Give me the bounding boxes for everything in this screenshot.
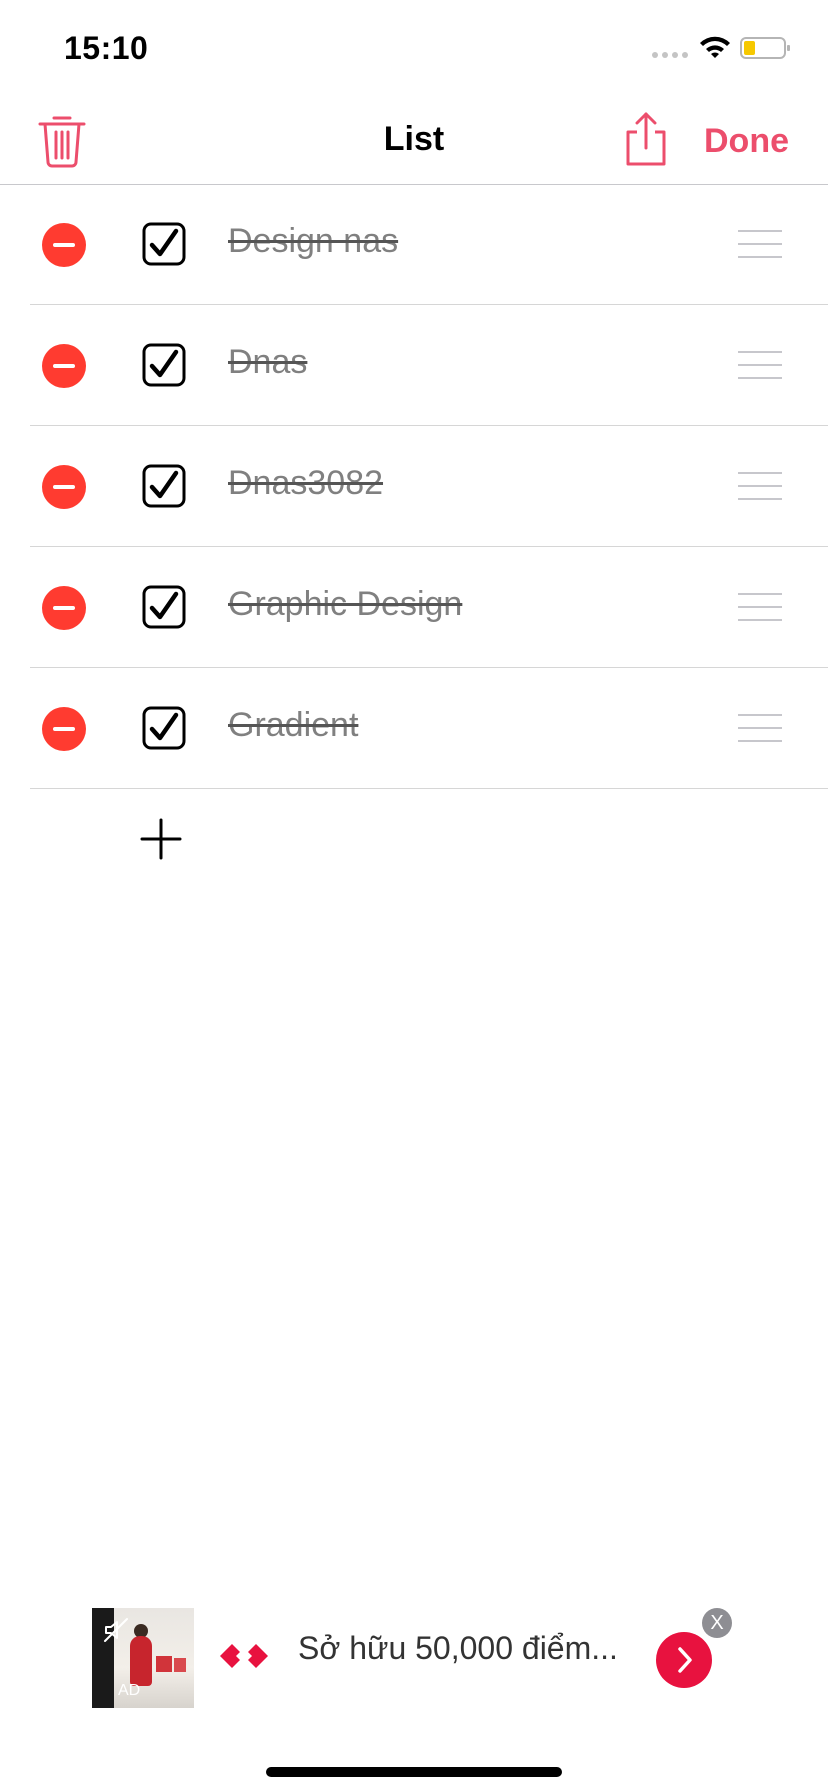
add-item-plus-icon[interactable]: [140, 818, 182, 860]
ad-open-button[interactable]: [656, 1632, 712, 1688]
reorder-handle-icon[interactable]: [738, 714, 782, 742]
checkbox-checked-icon[interactable]: [142, 222, 186, 266]
ad-thumbnail-image[interactable]: AD: [92, 1608, 194, 1708]
status-bar: 15:10: [0, 0, 828, 96]
home-indicator[interactable]: [266, 1767, 562, 1777]
status-time: 15:10: [64, 30, 149, 66]
list-item: Design nas: [30, 184, 828, 305]
list-item: Dnas3082: [30, 426, 828, 547]
delete-minus-icon[interactable]: [42, 707, 86, 751]
list-item: Dnas: [30, 305, 828, 426]
delete-minus-icon[interactable]: [42, 223, 86, 267]
muted-speaker-icon[interactable]: [102, 1616, 130, 1644]
chevron-right-icon: [678, 1647, 692, 1673]
checkbox-checked-icon[interactable]: [142, 585, 186, 629]
battery-icon: [740, 37, 790, 59]
cellular-signal-icon: [652, 52, 688, 58]
list-item: Graphic Design: [30, 547, 828, 668]
reorder-handle-icon[interactable]: [738, 351, 782, 379]
item-label[interactable]: Graphic Design: [228, 585, 462, 624]
item-label[interactable]: Design nas: [228, 222, 398, 261]
ad-badge: AD: [118, 1682, 141, 1699]
checkbox-checked-icon[interactable]: [142, 464, 186, 508]
delete-minus-icon[interactable]: [42, 586, 86, 630]
delete-minus-icon[interactable]: [42, 465, 86, 509]
ad-close-button[interactable]: X: [702, 1608, 732, 1638]
reorder-handle-icon[interactable]: [738, 230, 782, 258]
item-label[interactable]: Dnas3082: [228, 464, 383, 503]
navigation-bar: List Done: [0, 96, 828, 185]
checkbox-checked-icon[interactable]: [142, 343, 186, 387]
ad-headline[interactable]: Sở hữu 50,000 điểm...: [298, 1630, 618, 1667]
ad-banner[interactable]: AD Sở hữu 50,000 điểm... X: [92, 1608, 742, 1708]
checkbox-checked-icon[interactable]: [142, 706, 186, 750]
done-button[interactable]: Done: [704, 122, 789, 161]
item-label[interactable]: Dnas: [228, 343, 307, 382]
reorder-handle-icon[interactable]: [738, 593, 782, 621]
wifi-icon: [700, 36, 730, 58]
delete-minus-icon[interactable]: [42, 344, 86, 388]
reorder-handle-icon[interactable]: [738, 472, 782, 500]
list-item: Gradient: [30, 668, 828, 789]
item-label[interactable]: Gradient: [228, 706, 358, 745]
share-icon[interactable]: [620, 110, 672, 168]
todo-list: Design nas Dnas Dnas3082 Graphic Design: [0, 184, 828, 789]
brand-logo-icon: [220, 1644, 268, 1668]
